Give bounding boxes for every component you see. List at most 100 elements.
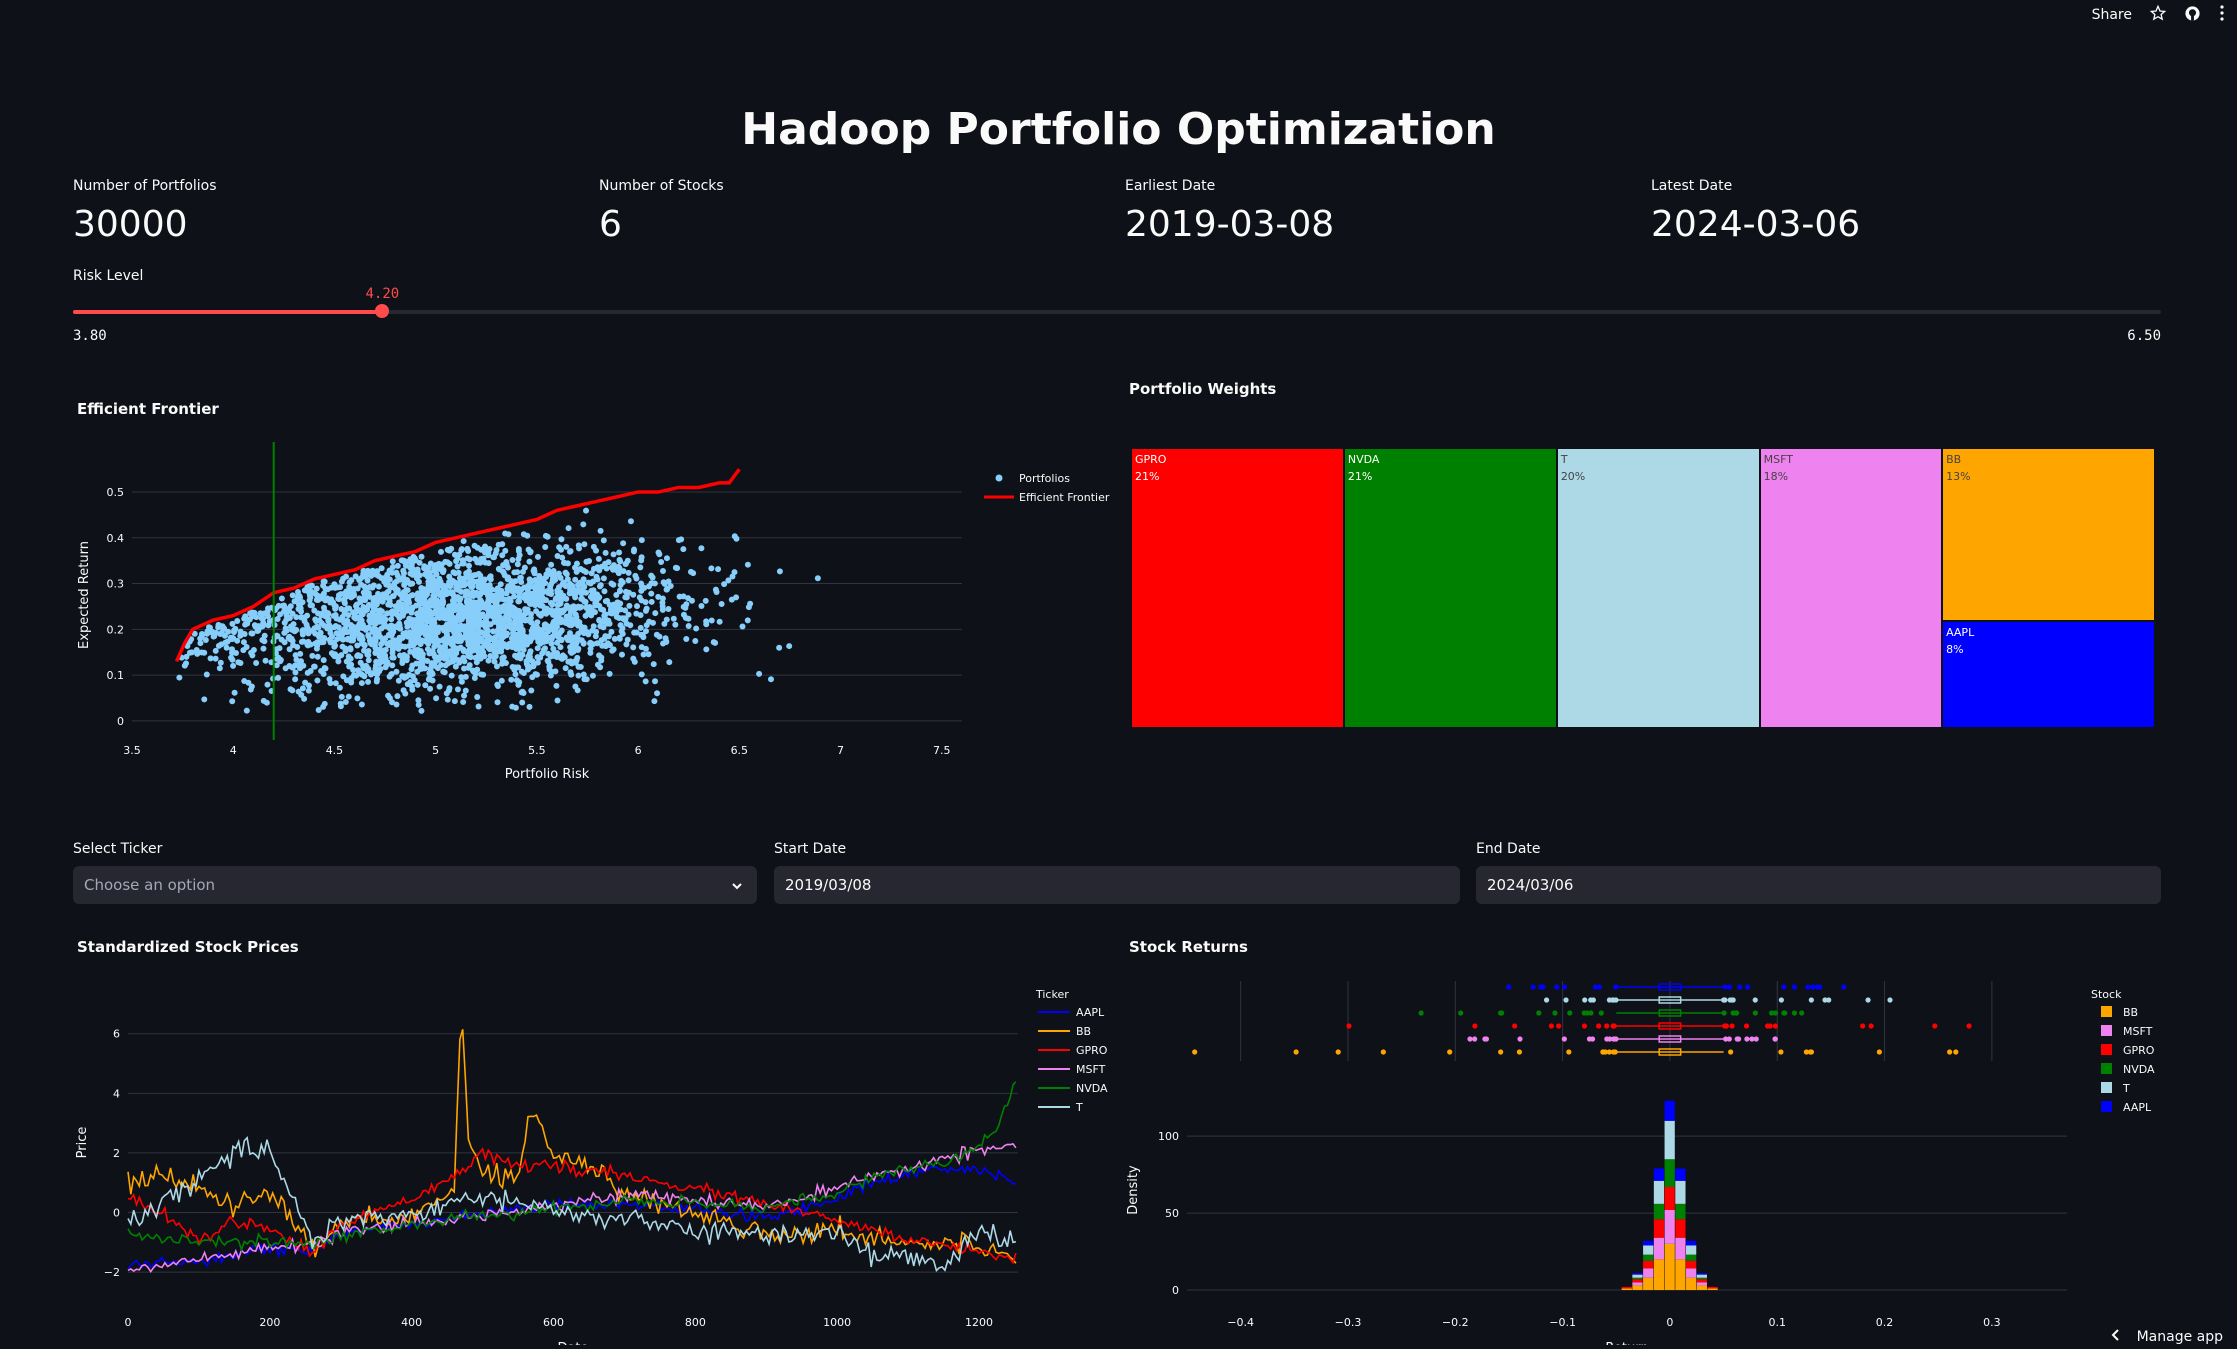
portfolio-point	[553, 595, 560, 602]
x-axis-label: Portfolio Risk	[505, 767, 590, 782]
portfolio-point	[458, 678, 465, 685]
github-icon[interactable]	[2184, 5, 2201, 26]
portfolio-point	[289, 592, 296, 599]
outlier-point-msft	[1517, 1036, 1523, 1042]
end-date-input[interactable]: 2024/03/06	[1476, 866, 2161, 904]
portfolio-point	[321, 665, 328, 672]
portfolio-point	[548, 561, 555, 568]
outlier-point-bb	[1953, 1049, 1959, 1055]
portfolio-point	[365, 624, 372, 631]
portfolio-point	[313, 618, 320, 625]
metric-latest-date: Latest Date 2024-03-06	[1651, 178, 1860, 245]
histogram-bar-bb	[1632, 1285, 1643, 1290]
portfolio-point	[520, 531, 527, 538]
portfolio-point	[495, 625, 502, 632]
legend-label-gpro: GPRO	[1076, 1044, 1108, 1057]
portfolio-point	[420, 588, 427, 595]
outlier-point-bb	[1778, 1049, 1784, 1055]
treemap-tile-aapl[interactable]: AAPL 8%	[1942, 621, 2155, 728]
x-tick-label: −0.1	[1549, 1316, 1576, 1329]
portfolio-point	[201, 696, 208, 703]
portfolio-point	[506, 585, 513, 592]
portfolio-point	[616, 556, 623, 563]
slider-min: 3.80	[73, 328, 107, 344]
stock-prices-chart: −2 0 2 4 6 0 200 400 600 800 1000 1200 Date Price Tick…	[75, 988, 1108, 1345]
portfolio-point	[299, 628, 306, 635]
portfolio-point	[593, 598, 600, 605]
manage-app-button[interactable]: Manage app	[2111, 1329, 2223, 1345]
portfolio-point	[448, 625, 455, 632]
x-tick-label: 200	[259, 1316, 280, 1329]
outlier-point-bb	[1566, 1049, 1572, 1055]
x-tick-label: 7	[837, 744, 844, 757]
y-tick-label: 0.3	[107, 578, 125, 591]
slider-thumb[interactable]	[375, 304, 390, 318]
star-icon[interactable]	[2149, 4, 2167, 25]
portfolio-point	[521, 584, 528, 591]
portfolio-point	[466, 620, 473, 627]
portfolio-point	[659, 567, 666, 574]
y-tick-label: −2	[104, 1266, 120, 1279]
slider-value: 4.20	[365, 286, 400, 302]
portfolio-point	[623, 594, 630, 601]
portfolio-point	[587, 593, 594, 600]
portfolio-point	[581, 583, 588, 590]
portfolio-point	[546, 662, 553, 669]
portfolio-point	[452, 663, 459, 670]
portfolio-point	[625, 569, 632, 576]
portfolio-point	[380, 650, 387, 657]
risk-level-slider[interactable]: 4.20	[73, 286, 2161, 318]
portfolio-point	[610, 566, 617, 573]
portfolio-point	[548, 609, 555, 616]
outlier-point-nvda	[1799, 1010, 1805, 1016]
histogram-bar-nvda	[1686, 1254, 1697, 1261]
treemap-tile-bb[interactable]: BB 13%	[1942, 448, 2155, 622]
portfolio-point	[703, 646, 710, 653]
treemap-tile-gpro[interactable]: GPRO 21%	[1131, 448, 1344, 728]
portfolio-point	[598, 654, 605, 661]
portfolio-point	[315, 610, 322, 617]
x-tick-label: 0	[125, 1316, 132, 1329]
portfolio-point	[473, 589, 480, 596]
portfolio-point	[499, 656, 506, 663]
kebab-menu-icon[interactable]	[2219, 5, 2225, 25]
ticker-select[interactable]: Choose an option	[73, 866, 757, 904]
outlier-point-msft	[1749, 1036, 1755, 1042]
portfolio-point	[308, 582, 315, 589]
portfolio-point	[627, 518, 634, 525]
portfolio-point	[233, 650, 240, 657]
portfolio-point	[599, 618, 606, 625]
start-date-input[interactable]: 2019/03/08	[774, 866, 1460, 904]
portfolio-point	[458, 610, 465, 617]
portfolio-point	[398, 643, 405, 650]
portfolio-point	[441, 655, 448, 662]
treemap-tile-t[interactable]: T 20%	[1556, 448, 1760, 728]
portfolio-point	[510, 631, 517, 638]
x-tick-label: −0.2	[1442, 1316, 1469, 1329]
portfolio-point	[637, 624, 644, 631]
portfolio-point	[292, 676, 299, 683]
histogram-bar-t	[1686, 1245, 1697, 1255]
portfolio-point	[309, 652, 316, 659]
portfolio-point	[227, 634, 234, 641]
portfolio-point	[313, 592, 320, 599]
outlier-point-msft	[1561, 1036, 1567, 1042]
outlier-point-gpro	[1860, 1023, 1866, 1029]
portfolio-point	[248, 649, 255, 656]
portfolio-point	[493, 605, 500, 612]
portfolio-point	[332, 642, 339, 649]
x-tick-label: 400	[401, 1316, 422, 1329]
portfolio-point	[663, 555, 670, 562]
treemap-tile-msft[interactable]: MSFT 18%	[1759, 448, 1943, 728]
histogram-bar-bb	[1675, 1259, 1686, 1290]
portfolio-point	[298, 638, 305, 645]
outlier-point-aapl	[1726, 984, 1733, 990]
portfolio-point	[680, 546, 687, 553]
share-button[interactable]: Share	[2092, 7, 2132, 23]
portfolio-point	[396, 620, 403, 627]
treemap-tile-nvda[interactable]: NVDA 21%	[1343, 448, 1557, 728]
portfolio-point	[618, 577, 625, 584]
portfolio-point	[440, 668, 447, 675]
portfolio-point	[460, 648, 467, 655]
outlier-point-nvda	[1721, 1010, 1727, 1016]
